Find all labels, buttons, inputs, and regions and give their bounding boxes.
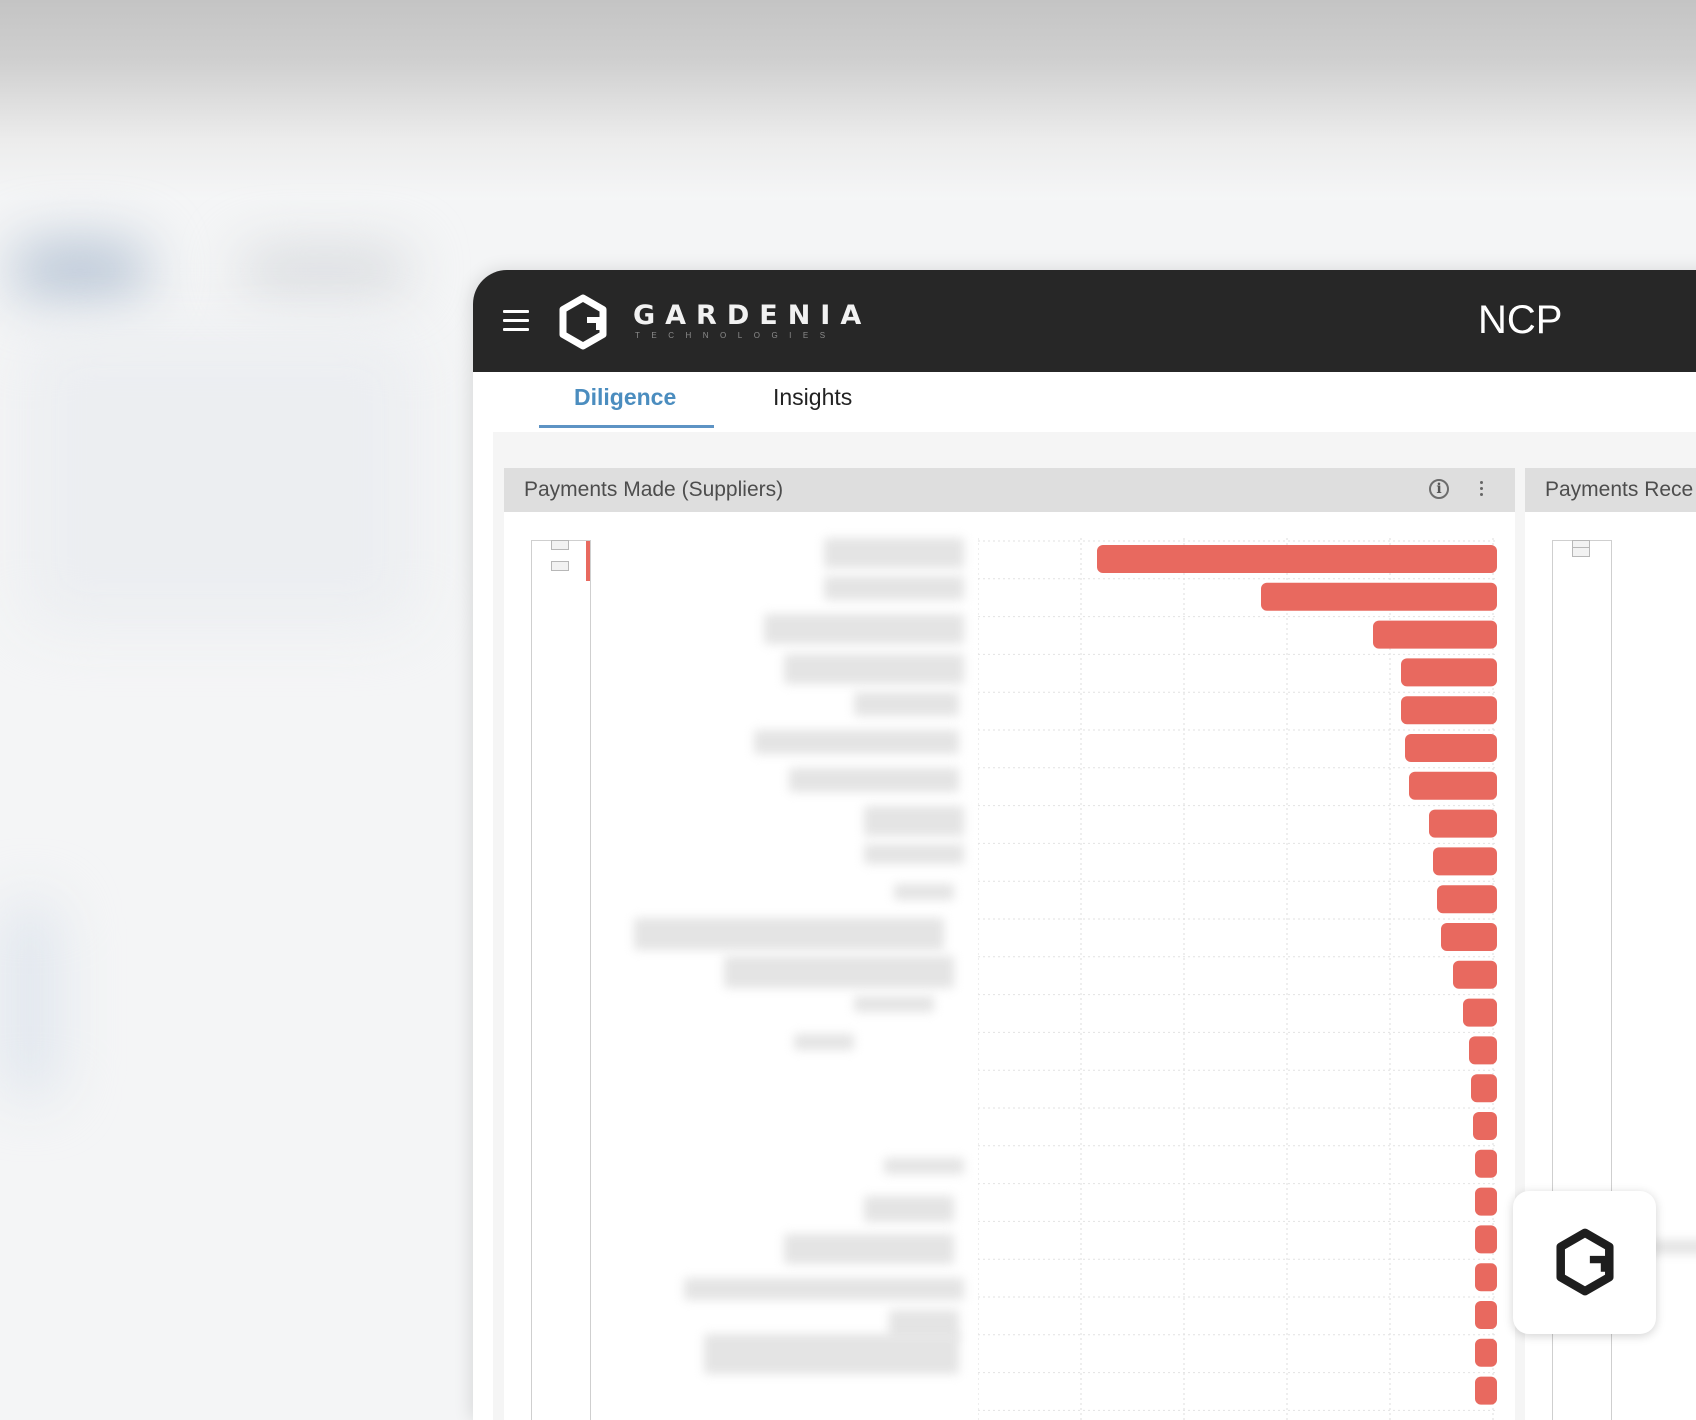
category-label [824,576,964,600]
bar[interactable] [1475,1187,1497,1216]
panel-header: Payments Rece [1525,468,1696,512]
top-bar: GARDENIA TECHNOLOGIES NCP [473,270,1696,372]
brand-name: GARDENIA [633,300,872,331]
bar[interactable] [1437,885,1497,914]
bar[interactable] [1475,1301,1497,1329]
category-label [754,730,959,754]
category-label [704,1334,959,1374]
category-label [789,768,959,792]
bar-chart [978,538,1498,1420]
bar[interactable] [1475,1225,1497,1254]
tab-insights[interactable]: Insights [773,384,852,411]
bar[interactable] [1429,809,1497,838]
page-title: NCP [1478,298,1563,342]
menu-icon[interactable] [503,310,529,332]
panel-title: Payments Rece [1545,478,1694,501]
chart-scrollbar[interactable] [531,540,591,1420]
bar[interactable] [1097,545,1497,573]
category-label [794,1034,854,1050]
brand-subtitle: TECHNOLOGIES [635,331,837,340]
scrollbar-handle[interactable] [1572,547,1590,557]
tab-diligence[interactable]: Diligence [574,384,676,411]
category-label [864,806,964,836]
scrollbar-handle[interactable] [551,540,569,550]
bar[interactable] [1475,1263,1497,1292]
category-label [1650,1240,1696,1254]
bar[interactable] [1401,696,1497,725]
bar[interactable] [1261,582,1497,611]
blurred-backdrop-shape [10,240,150,300]
payments-made-panel: Payments Made (Suppliers) i [504,468,1515,1420]
info-icon[interactable]: i [1429,479,1449,499]
category-label [894,884,954,900]
category-label [764,614,964,644]
category-label [854,996,934,1012]
category-label [784,1234,954,1264]
category-label [824,538,964,568]
blurred-backdrop-shape [0,900,60,1100]
bar[interactable] [1373,620,1497,649]
blurred-backdrop-top [0,0,1696,200]
bar[interactable] [1475,1376,1497,1405]
gardenia-logo-icon [559,294,607,350]
category-label [784,654,964,684]
more-vertical-icon[interactable] [1477,478,1485,502]
blurred-backdrop-shape [240,250,410,290]
bar[interactable] [1405,734,1497,762]
panel-header: Payments Made (Suppliers) i [504,468,1515,512]
category-label [864,844,964,864]
bar[interactable] [1401,658,1497,687]
bar[interactable] [1471,1074,1497,1103]
gardenia-home-button[interactable] [1513,1191,1656,1334]
category-label [634,918,944,950]
bar[interactable] [1433,847,1497,876]
active-tab-indicator [539,425,714,428]
bar[interactable] [1475,1338,1497,1367]
category-label [884,1158,964,1174]
scrollbar-handle[interactable] [551,561,569,571]
bar[interactable] [1469,1036,1497,1065]
bar[interactable] [1453,960,1497,989]
category-label [864,1196,954,1222]
category-label [684,1278,964,1300]
scrollbar-preview-bar [586,541,590,581]
bar[interactable] [1473,1112,1497,1140]
bar[interactable] [1475,1149,1497,1178]
bar[interactable] [1463,998,1497,1027]
bar[interactable] [1409,771,1497,800]
blurred-backdrop-shape [20,330,420,630]
bar[interactable] [1441,923,1497,951]
category-label [724,956,954,988]
category-label [854,692,959,716]
tab-bar: Diligence Insights [473,372,1696,432]
gardenia-logo-icon [1556,1228,1614,1296]
panel-title: Payments Made (Suppliers) [524,478,784,501]
